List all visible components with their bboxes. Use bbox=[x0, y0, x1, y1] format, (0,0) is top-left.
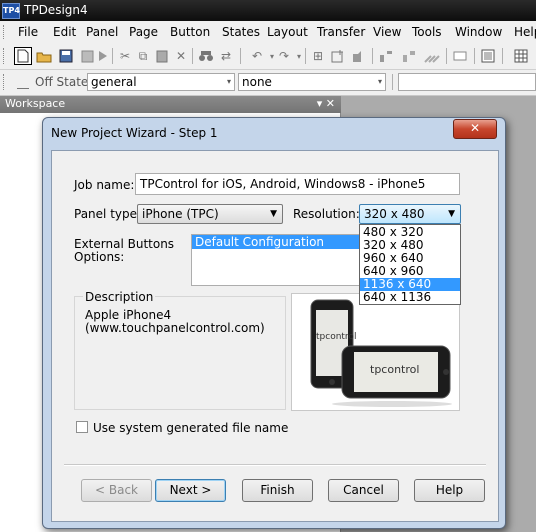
state-type-combo[interactable]: none ▾ bbox=[238, 73, 386, 91]
toolbar-separator bbox=[372, 48, 373, 64]
state-group-combo[interactable]: general ▾ bbox=[87, 73, 235, 91]
description-line-2: (www.touchpanelcontrol.com) bbox=[85, 321, 265, 335]
next-button[interactable]: Next > bbox=[155, 479, 226, 502]
toolbar-separator bbox=[446, 48, 447, 64]
resolution-dropdown-list: 480 x 320 320 x 480 960 x 640 640 x 960 … bbox=[359, 224, 461, 305]
distribute-icon[interactable] bbox=[423, 47, 441, 65]
run-icon[interactable] bbox=[94, 47, 112, 65]
copy-icon[interactable]: ⧉ bbox=[134, 47, 152, 65]
panel-type-select[interactable]: iPhone (TPC) ▼ bbox=[137, 204, 283, 224]
description-line-1: Apple iPhone4 bbox=[85, 308, 172, 322]
statebar-grip bbox=[3, 74, 6, 90]
app-logo-icon: TP4 bbox=[2, 3, 20, 19]
menu-page[interactable]: Page bbox=[129, 25, 158, 39]
menu-transfer[interactable]: Transfer bbox=[317, 25, 365, 39]
chevron-down-icon: ▼ bbox=[270, 209, 277, 219]
device-logo-small: tpcontrol bbox=[316, 332, 357, 342]
checkbox-label: Use system generated file name bbox=[93, 421, 289, 435]
toolbar-separator bbox=[305, 48, 306, 64]
resolution-value: 320 x 480 bbox=[364, 207, 425, 221]
cancel-button[interactable]: Cancel bbox=[328, 479, 399, 502]
external-buttons-label: External Buttons bbox=[74, 237, 175, 251]
save-icon[interactable] bbox=[57, 47, 75, 65]
resolution-label: Resolution: bbox=[293, 207, 360, 221]
state-extra-combo[interactable] bbox=[398, 73, 536, 91]
menu-bar: File Edit Panel Page Button States Layou… bbox=[0, 21, 536, 44]
back-button[interactable]: < Back bbox=[81, 479, 152, 502]
workspace-title: Workspace bbox=[5, 97, 66, 110]
app-title: TPDesign4 bbox=[24, 3, 88, 17]
external-buttons-list[interactable]: Default Configuration bbox=[191, 234, 361, 286]
paste-icon[interactable] bbox=[153, 47, 171, 65]
resolution-option[interactable]: 640 x 1136 bbox=[360, 291, 460, 304]
panel-type-label: Panel type: bbox=[74, 207, 142, 221]
find-icon[interactable] bbox=[197, 47, 215, 65]
state-bar: Off State general ▾ none ▾ bbox=[0, 70, 536, 96]
replace-icon[interactable]: ⇄ bbox=[217, 47, 235, 65]
menu-layout[interactable]: Layout bbox=[267, 25, 308, 39]
add-popup-icon[interactable] bbox=[329, 47, 347, 65]
panel-type-value: iPhone (TPC) bbox=[142, 207, 219, 221]
chevron-down-icon: ▾ bbox=[226, 77, 231, 86]
toolbar-separator bbox=[392, 74, 393, 90]
dialog-title: New Project Wizard - Step 1 bbox=[51, 126, 218, 140]
toolbar-separator bbox=[112, 48, 113, 64]
menu-help[interactable]: Help bbox=[514, 25, 536, 39]
device-preview-image: tpcontrol tpcontrol bbox=[291, 293, 460, 411]
state-label: Off State bbox=[35, 75, 89, 89]
panel-view-icon[interactable] bbox=[479, 47, 497, 65]
menu-button[interactable]: Button bbox=[170, 25, 210, 39]
toolbar: ✂ ⧉ ✕ ⇄ ↶ ▾ ↷ ▾ ⊞ bbox=[0, 43, 536, 70]
new-file-icon[interactable] bbox=[14, 47, 32, 65]
menu-file[interactable]: File bbox=[18, 25, 38, 39]
menu-view[interactable]: View bbox=[373, 25, 401, 39]
job-name-label: Job name: bbox=[74, 178, 135, 192]
resolution-select[interactable]: 320 x 480 ▼ bbox=[359, 204, 461, 224]
import-icon[interactable] bbox=[349, 47, 367, 65]
delete-icon[interactable]: ✕ bbox=[172, 47, 190, 65]
system-file-name-checkbox[interactable] bbox=[76, 421, 88, 433]
menu-tools[interactable]: Tools bbox=[412, 25, 442, 39]
menu-states[interactable]: States bbox=[222, 25, 260, 39]
open-folder-icon[interactable] bbox=[35, 47, 53, 65]
state-group-value: general bbox=[91, 75, 137, 89]
state-checkbox-icon[interactable] bbox=[17, 74, 29, 89]
menu-grip bbox=[3, 25, 6, 39]
external-buttons-options-label: Options: bbox=[74, 250, 125, 264]
workspace-controls-icon[interactable]: ▾ ✕ bbox=[317, 97, 335, 110]
button-separator bbox=[64, 464, 486, 466]
new-project-wizard-dialog: New Project Wizard - Step 1 ✕ Job name: … bbox=[42, 117, 506, 529]
add-page-icon[interactable]: ⊞ bbox=[309, 47, 327, 65]
align-icon[interactable] bbox=[377, 47, 395, 65]
description-label: Description bbox=[83, 290, 156, 304]
menu-edit[interactable]: Edit bbox=[53, 25, 76, 39]
dialog-body: Job name: TPControl for iOS, Android, Wi… bbox=[51, 150, 499, 522]
menu-window[interactable]: Window bbox=[455, 25, 502, 39]
title-bar: TP4 TPDesign4 bbox=[0, 0, 536, 21]
toolbar-separator bbox=[192, 48, 193, 64]
grid-icon[interactable] bbox=[512, 47, 530, 65]
size-icon[interactable] bbox=[400, 47, 418, 65]
chevron-down-icon: ▾ bbox=[377, 77, 382, 86]
toolbar-separator bbox=[240, 48, 241, 64]
menu-panel[interactable]: Panel bbox=[86, 25, 118, 39]
help-button[interactable]: Help bbox=[414, 479, 485, 502]
job-name-input[interactable]: TPControl for iOS, Android, Windows8 - i… bbox=[135, 173, 460, 195]
workspace-header: Workspace ▾ ✕ bbox=[0, 96, 341, 113]
cut-icon[interactable]: ✂ bbox=[116, 47, 134, 65]
toolbar-grip bbox=[3, 48, 6, 64]
device-logo-large: tpcontrol bbox=[370, 363, 420, 376]
state-type-value: none bbox=[242, 75, 272, 89]
list-item[interactable]: Default Configuration bbox=[192, 235, 360, 249]
toolbar-separator bbox=[474, 48, 475, 64]
chevron-down-icon: ▼ bbox=[448, 209, 455, 219]
close-button[interactable]: ✕ bbox=[453, 119, 497, 139]
finish-button[interactable]: Finish bbox=[242, 479, 313, 502]
toolbar-separator bbox=[502, 48, 503, 64]
layer-icon[interactable] bbox=[451, 47, 469, 65]
